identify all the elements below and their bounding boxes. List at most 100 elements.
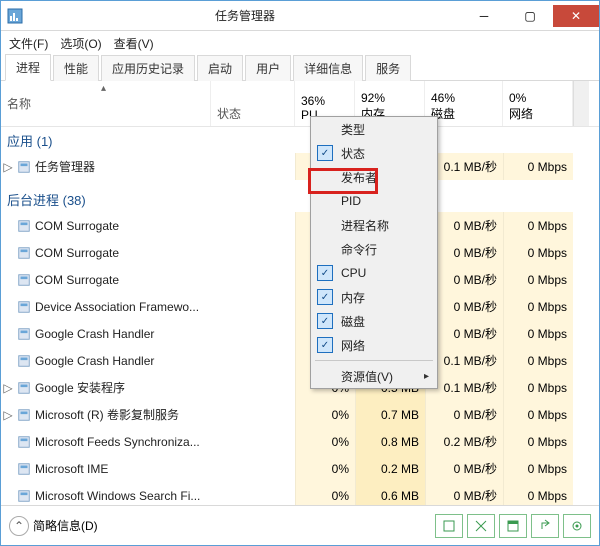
maximize-button[interactable]: ▢ — [507, 5, 553, 27]
process-icon — [15, 381, 33, 395]
process-row[interactable]: Google Crash Handler0%0.2 MB0 MB/秒0 Mbps — [1, 320, 599, 347]
process-icon — [15, 327, 33, 341]
gear-icon — [570, 519, 584, 533]
cell-network: 0 Mbps — [503, 239, 573, 266]
cell-cpu: 0% — [295, 455, 355, 482]
cell-network: 0 Mbps — [503, 428, 573, 455]
group-background[interactable]: 后台进程 (38) — [1, 186, 599, 212]
toolbar-button-1[interactable] — [435, 514, 463, 538]
context-menu-item[interactable]: 发布者 — [311, 165, 437, 189]
cell-memory: 0.7 MB — [355, 401, 425, 428]
process-name: COM Surrogate — [33, 273, 211, 287]
process-row[interactable]: Microsoft IME0%0.2 MB0 MB/秒0 Mbps — [1, 455, 599, 482]
context-menu-item[interactable]: ✓ CPU — [311, 261, 437, 285]
process-name: Google Crash Handler — [33, 354, 211, 368]
disk-percent: 46% — [431, 91, 496, 105]
toolbar-button-settings[interactable] — [563, 514, 591, 538]
context-menu-item-label: 内存 — [341, 289, 365, 306]
tab-app-history[interactable]: 应用历史记录 — [101, 55, 195, 81]
context-menu-item-label: 命令行 — [341, 241, 377, 258]
tab-users[interactable]: 用户 — [245, 55, 291, 81]
expand-icon[interactable]: ▷ — [1, 160, 15, 174]
process-icon — [15, 300, 33, 314]
context-menu-resource[interactable]: 资源值(V) — [311, 364, 437, 388]
tab-services[interactable]: 服务 — [365, 55, 411, 81]
menu-view[interactable]: 查看(V) — [114, 35, 154, 52]
process-name: Google Crash Handler — [33, 327, 211, 341]
context-menu-item-label: 网络 — [341, 337, 365, 354]
context-menu-item[interactable]: ✓状态 — [311, 141, 437, 165]
process-row[interactable]: COM SurrogateMB0 MB/秒0 Mbps — [1, 239, 599, 266]
context-menu-item[interactable]: ✓网络 — [311, 333, 437, 357]
expand-icon[interactable]: ▷ — [1, 381, 15, 395]
context-menu-item[interactable]: 进程名称 — [311, 213, 437, 237]
process-icon — [15, 273, 33, 287]
context-menu-item[interactable]: ✓内存 — [311, 285, 437, 309]
process-row[interactable]: Device Association Framewo...MB0 MB/秒0 M… — [1, 293, 599, 320]
context-menu-item-label: 发布者 — [341, 169, 377, 186]
context-menu-item[interactable]: 命令行 — [311, 237, 437, 261]
context-menu-item-label: CPU — [341, 266, 366, 280]
collapse-button[interactable]: ⌃ — [9, 516, 29, 536]
cell-network: 0 Mbps — [503, 320, 573, 347]
process-name: COM Surrogate — [33, 246, 211, 260]
task-manager-window: 任务管理器 ─ ▢ ✕ 文件(F) 选项(O) 查看(V) 进程 性能 应用历史… — [0, 0, 600, 546]
toolbar-button-3[interactable] — [499, 514, 527, 538]
process-list: 应用 (1)▷任务管理器MB0.1 MB/秒0 Mbps后台进程 (38)COM… — [1, 127, 599, 505]
context-menu-item[interactable]: 类型 — [311, 117, 437, 141]
memory-percent: 92% — [361, 91, 418, 105]
column-context-menu: 类型✓状态发布者PID进程名称命令行✓CPU✓内存✓磁盘✓网络资源值(V) — [310, 116, 438, 389]
tab-bar: 进程 性能 应用历史记录 启动 用户 详细信息 服务 — [1, 55, 599, 81]
check-icon: ✓ — [317, 265, 333, 281]
cell-network: 0 Mbps — [503, 293, 573, 320]
cell-disk: 0.2 MB/秒 — [425, 428, 503, 455]
group-apps[interactable]: 应用 (1) — [1, 127, 599, 153]
check-icon: ✓ — [317, 145, 333, 161]
context-menu-item[interactable]: PID — [311, 189, 437, 213]
menu-options[interactable]: 选项(O) — [60, 35, 101, 52]
cell-cpu: 0% — [295, 482, 355, 505]
context-menu-item-label: 类型 — [341, 121, 365, 138]
app-icon — [7, 8, 23, 24]
context-menu-item-label: 磁盘 — [341, 313, 365, 330]
tab-details[interactable]: 详细信息 — [293, 55, 363, 81]
disk-label: 磁盘 — [431, 105, 496, 122]
context-menu-item[interactable]: ✓磁盘 — [311, 309, 437, 333]
process-icon — [15, 354, 33, 368]
cell-cpu: 0% — [295, 401, 355, 428]
cell-network: 0 Mbps — [503, 153, 573, 180]
expand-icon[interactable]: ▷ — [1, 408, 15, 422]
context-menu-item-label: 进程名称 — [341, 217, 389, 234]
column-header-name-label: 名称 — [7, 95, 204, 112]
menu-file[interactable]: 文件(F) — [9, 35, 48, 52]
process-row[interactable]: ▷任务管理器MB0.1 MB/秒0 Mbps — [1, 153, 599, 180]
tab-processes[interactable]: 进程 — [5, 54, 51, 81]
titlebar: 任务管理器 ─ ▢ ✕ — [1, 1, 599, 31]
toolbar-button-2[interactable] — [467, 514, 495, 538]
process-row[interactable]: ▷Microsoft (R) 卷影复制服务0%0.7 MB0 MB/秒0 Mbp… — [1, 401, 599, 428]
cpu-percent: 36% — [301, 94, 348, 108]
column-header-status[interactable]: 状态 — [211, 81, 295, 126]
process-row[interactable]: COM SurrogateMB0 MB/秒0 Mbps — [1, 212, 599, 239]
cell-network: 0 Mbps — [503, 347, 573, 374]
process-name: COM Surrogate — [33, 219, 211, 233]
minimize-button[interactable]: ─ — [461, 5, 507, 27]
context-menu-resource-label: 资源值(V) — [341, 368, 393, 385]
process-row[interactable]: ▷Google 安装程序0%0.5 MB0.1 MB/秒0 Mbps — [1, 374, 599, 401]
process-row[interactable]: Microsoft Feeds Synchroniza...0%0.8 MB0.… — [1, 428, 599, 455]
cell-memory: 0.8 MB — [355, 428, 425, 455]
process-row[interactable]: Google Crash Handler0%0.2 MB0.1 MB/秒0 Mb… — [1, 347, 599, 374]
process-icon — [15, 462, 33, 476]
tab-startup[interactable]: 启动 — [197, 55, 243, 81]
column-header-row: ▴ 名称 状态 36%PU 92%内存 46%磁盘 0%网络 — [1, 81, 599, 127]
tab-performance[interactable]: 性能 — [53, 55, 99, 81]
process-name: 任务管理器 — [33, 158, 211, 175]
process-row[interactable]: COM SurrogateMB0 MB/秒0 Mbps — [1, 266, 599, 293]
close-button[interactable]: ✕ — [553, 5, 599, 27]
process-row[interactable]: Microsoft Windows Search Fi...0%0.6 MB0 … — [1, 482, 599, 505]
column-header-network[interactable]: 0%网络 — [503, 81, 573, 126]
toolbar-button-4[interactable] — [531, 514, 559, 538]
vertical-scrollbar[interactable] — [573, 81, 589, 126]
footer-bar: ⌃ 简略信息(D) — [1, 505, 599, 545]
brief-info-label[interactable]: 简略信息(D) — [33, 517, 98, 534]
